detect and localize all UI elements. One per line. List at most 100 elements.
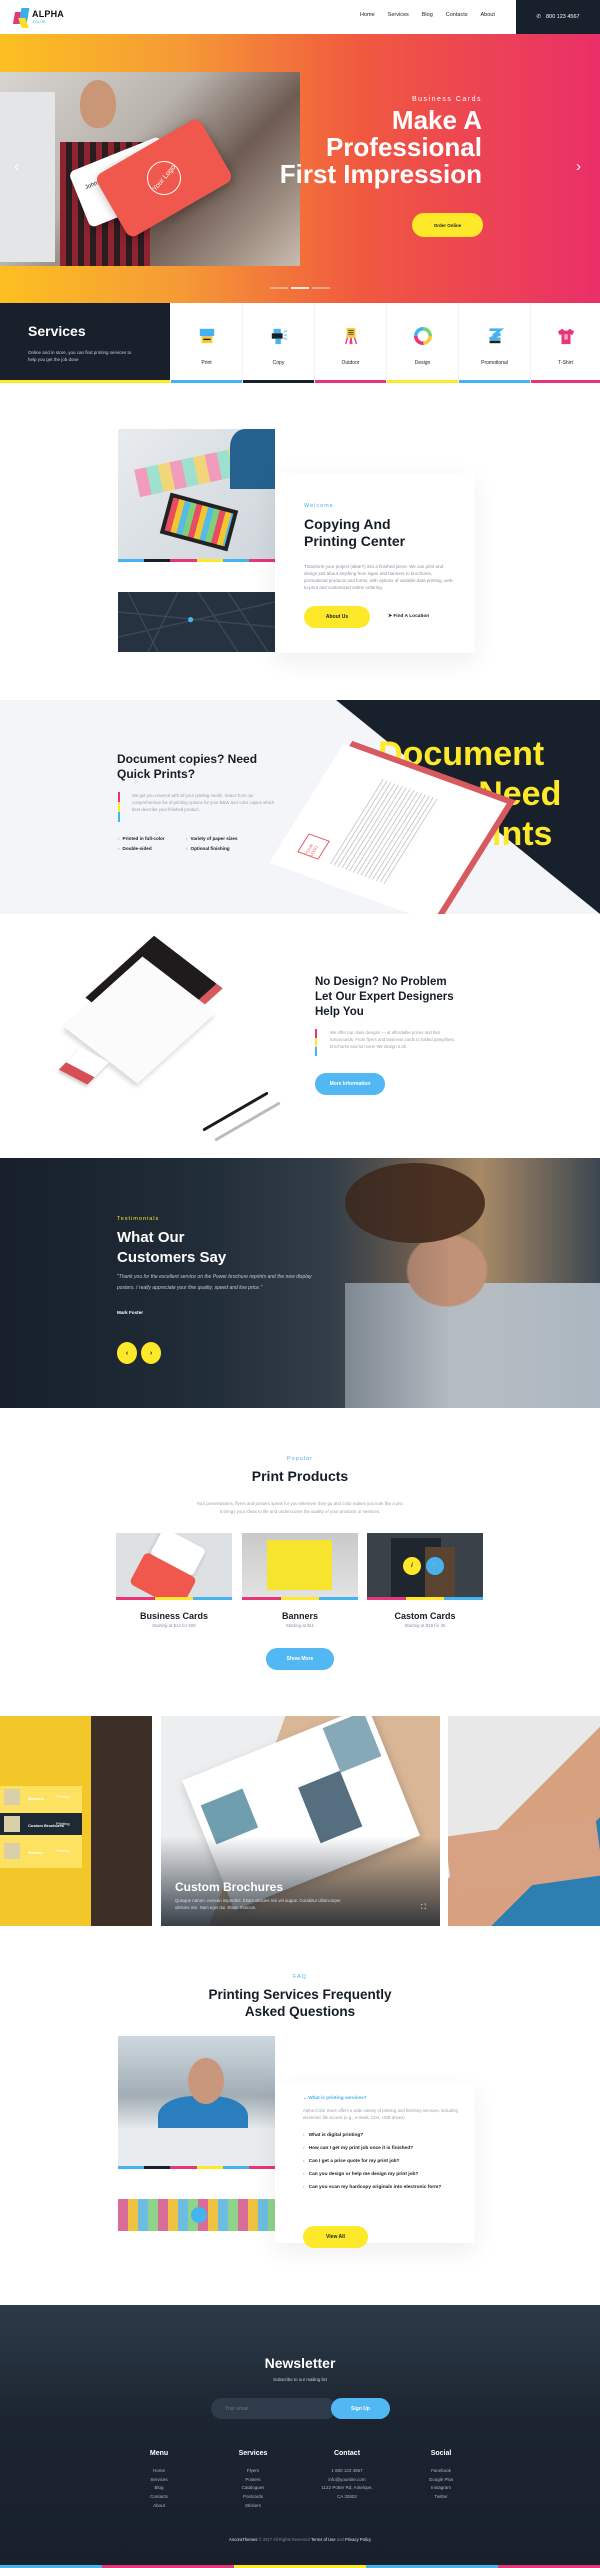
products-eyebrow: Popular	[287, 1456, 313, 1462]
welcome-card: Welcome Copying And Printing Center Trans…	[275, 473, 475, 653]
hero-next-arrow-icon[interactable]: ›	[576, 158, 581, 175]
faq-open-question[interactable]: ⌄ What is printing services?	[303, 2095, 367, 2101]
product-image: i 🛒	[367, 1533, 483, 1600]
faq-question[interactable]: › How can I get my print job once it is f…	[303, 2146, 413, 2151]
footer-link[interactable]: Facebook	[394, 2467, 488, 2476]
footer-link[interactable]: Services	[112, 2476, 206, 2485]
video-thumbnail[interactable]	[118, 2199, 275, 2231]
featured-text: Quisque rutrum. Aenean imperdiet. Etiam …	[175, 1898, 341, 1910]
newsletter-email-input[interactable]	[211, 2398, 336, 2419]
newsletter-footer: Newsletter Subscribe to our mailing list…	[0, 2305, 600, 2568]
service-outdoor[interactable]: Outdoor	[315, 303, 387, 383]
faq-question[interactable]: › Can I get a price quote for my print jo…	[303, 2159, 400, 2164]
design-text: We offer top class designs — at affordab…	[330, 1030, 455, 1049]
logo[interactable]: ALPHA COLOR	[12, 6, 74, 28]
product-card[interactable]: Banners Starting at $11	[242, 1533, 358, 1628]
service-tshirt[interactable]: T-Shirt	[531, 303, 600, 383]
service-color-bar	[531, 380, 600, 383]
person-head-shape	[188, 2058, 224, 2104]
nav-blog[interactable]: Blog	[422, 12, 433, 18]
faq-question[interactable]: › What is digital printing?	[303, 2133, 363, 2138]
slide-dot[interactable]	[312, 287, 330, 289]
portfolio-menu-item[interactable]: Printing Posters	[0, 1840, 82, 1862]
faq-eyebrow: FAQ	[292, 1974, 307, 1980]
footer-phone[interactable]: 1 800 123 4567	[300, 2467, 394, 2476]
footer-link[interactable]: Google Plus	[394, 2476, 488, 2485]
footer-link[interactable]: Contacts	[112, 2493, 206, 2502]
product-card[interactable]: i 🛒 Castom Cards Starting at $19 for 25	[367, 1533, 483, 1628]
product-price: Starting at $19 for 25	[404, 1623, 446, 1628]
sign-up-button[interactable]: Sign Up	[331, 2398, 390, 2419]
footer-link[interactable]: About	[112, 2502, 206, 2511]
faq-question[interactable]: › Can you design or help me design my pri…	[303, 2172, 418, 2177]
service-color-bar	[243, 380, 314, 383]
footer-link[interactable]: Home	[112, 2467, 206, 2476]
service-design[interactable]: Design	[387, 303, 459, 383]
slide-dot-active[interactable]	[291, 287, 309, 289]
testimonials-title: What Our Customers Say	[117, 1229, 227, 1266]
play-icon[interactable]	[191, 2207, 207, 2223]
footer-address: CA 32802	[337, 2494, 357, 2500]
expand-icon[interactable]: ⛶	[421, 1904, 426, 1912]
footer-link[interactable]: Postcards	[206, 2493, 300, 2502]
terms-link[interactable]: Terms of Use	[311, 2537, 336, 2542]
slider-pagination	[270, 287, 330, 289]
document-copies-section: Document? Need prints YOUR LOGO Document …	[0, 700, 600, 914]
color-wheel-icon	[413, 327, 432, 345]
footer-link[interactable]: Posters	[206, 2476, 300, 2485]
privacy-link[interactable]: Privacy Policy	[345, 2537, 371, 2542]
info-icon[interactable]: i	[403, 1557, 421, 1575]
more-information-button[interactable]: More Information	[315, 1073, 385, 1095]
slide-dot[interactable]	[270, 287, 288, 289]
product-card[interactable]: Business Cards Starting at $14 for 500	[116, 1533, 232, 1628]
gallery-tile-billboard[interactable]: Printing Banners Printing Custom Brochures…	[0, 1716, 152, 1926]
logo-tagline: COLOR	[33, 20, 46, 24]
design-title: No Design? No Problem Let Our Expert Desi…	[315, 976, 454, 1018]
copyright-brand-link[interactable]: AncoraThemes	[229, 2537, 257, 2542]
footer-link[interactable]: Flyers	[206, 2467, 300, 2476]
order-online-button[interactable]: Order Online	[412, 213, 483, 237]
chevron-right-icon: ›	[303, 2133, 305, 2138]
footer-link[interactable]: Instagram	[394, 2484, 488, 2493]
service-label: Promotional	[481, 360, 508, 366]
service-promotional[interactable]: Promotional	[459, 303, 531, 383]
hero-prev-arrow-icon[interactable]: ‹	[14, 158, 19, 175]
service-copy[interactable]: Copy	[243, 303, 315, 383]
location-map[interactable]: ●	[118, 592, 275, 652]
nav-contacts[interactable]: Contacts	[446, 12, 468, 18]
testimonial-next-button[interactable]: ›	[141, 1342, 161, 1364]
footer-email[interactable]: info@yoursite.com	[300, 2476, 394, 2485]
chevron-right-icon: ›	[303, 2172, 305, 2177]
feature-item: › Printed in full-color	[118, 836, 165, 841]
swatches-shape	[134, 448, 238, 498]
footer-link[interactable]: Twitter	[394, 2493, 488, 2502]
card-logo: Your Logo	[140, 154, 188, 202]
testimonial-author: Mark Foster	[117, 1310, 144, 1315]
cart-icon[interactable]: 🛒	[426, 1557, 444, 1575]
nav-about[interactable]: About	[481, 12, 495, 18]
stationery-mockup	[50, 935, 281, 1142]
gallery-tile-magazine[interactable]	[448, 1716, 600, 1926]
footer-column-social: Social Facebook Google Plus Instagram Tw…	[394, 2450, 488, 2502]
footer-column-title: Menu	[149, 2450, 169, 2457]
nav-home[interactable]: Home	[360, 12, 375, 18]
show-more-button[interactable]: Show More	[266, 1648, 334, 1670]
footer-link[interactable]: Stickers	[206, 2502, 300, 2511]
find-location-link[interactable]: ➤ Find A Location	[388, 614, 429, 619]
view-all-button[interactable]: View All	[303, 2226, 368, 2248]
services-title: Services	[28, 323, 86, 339]
portfolio-menu-item-active[interactable]: Printing Custom Brochures	[0, 1813, 82, 1835]
service-print[interactable]: Print	[171, 303, 243, 383]
products-title: Print Products	[251, 1468, 349, 1484]
about-us-button[interactable]: About Us	[304, 606, 370, 628]
gallery-tile-brochures[interactable]: Custom Brochures Quisque rutrum. Aenean …	[161, 1716, 440, 1926]
faq-question[interactable]: › Can you scan my hardcopy originals into…	[303, 2185, 441, 2190]
nav-services[interactable]: Services	[388, 12, 409, 18]
phone-block[interactable]: ✆ 800 123 4567	[516, 0, 600, 34]
chevron-right-icon: ›	[303, 2185, 305, 2190]
testimonial-prev-button[interactable]: ‹	[117, 1342, 137, 1364]
footer-link[interactable]: Catalogues	[206, 2484, 300, 2493]
footer-link[interactable]: Blog	[112, 2484, 206, 2493]
portfolio-menu-item[interactable]: Printing Banners	[0, 1786, 82, 1808]
footer-column-title: Services	[238, 2450, 268, 2457]
